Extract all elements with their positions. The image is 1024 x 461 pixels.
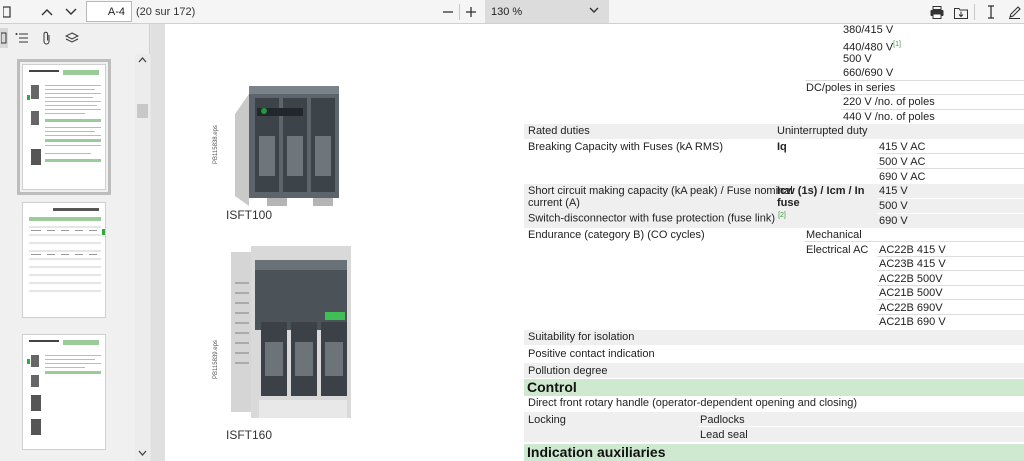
clipped-product-label [225, 24, 285, 29]
rated-duties-value: Uninterrupted duty [777, 125, 868, 137]
document-view[interactable]: PB115838.eps ISFT100 PB115839.eps ISFT16… [151, 24, 1024, 461]
scrollbar-thumb[interactable] [137, 104, 148, 118]
page-thumbnail-current[interactable] [17, 59, 111, 195]
zoom-in-button[interactable] [461, 0, 481, 24]
page-thumbnail[interactable] [22, 202, 106, 318]
save-icon[interactable] [951, 0, 971, 24]
tab-thumbnails[interactable] [0, 28, 8, 48]
previous-page-button[interactable] [36, 0, 58, 24]
toolbar-divider [459, 4, 460, 20]
text-select-icon[interactable] [982, 0, 1000, 24]
toolbar-divider [974, 4, 975, 20]
table-grid-lines [877, 153, 1024, 169]
table-grid-lines [805, 241, 1024, 315]
page-thumbnail[interactable] [22, 334, 106, 450]
chevron-down-icon [589, 7, 599, 13]
section-heading-indication: Indication auxiliaries [524, 444, 1024, 461]
table-grid-lines [877, 198, 1024, 214]
footnote-link[interactable]: [1] [893, 41, 901, 48]
thumbnail-list [0, 54, 135, 461]
table-row [524, 124, 1024, 139]
zoom-value: 130 % [491, 5, 523, 18]
zoom-select[interactable]: 130 % [485, 0, 609, 23]
making-capacity-code: fuse [777, 197, 800, 209]
next-page-button[interactable] [60, 0, 82, 24]
section-heading-control: Control [524, 379, 1024, 396]
toolbar: (20 sur 172) 130 % [0, 0, 1024, 24]
image-code: PB115839.eps [213, 340, 219, 379]
locking-label: Locking [528, 414, 566, 426]
scroll-up-icon[interactable] [138, 57, 147, 63]
sidebar-tabs [0, 24, 150, 54]
isft100-product-image [235, 86, 339, 206]
rotary-handle-label: Direct front rotary handle (operator-dep… [528, 397, 857, 409]
product-label: ISFT160 [226, 428, 273, 442]
voltage-value: 500 V [843, 53, 872, 65]
product-label: ISFT100 [226, 208, 273, 222]
outline-list-icon[interactable] [12, 28, 32, 48]
breaking-capacity-label: Breaking Capacity with Fuses (kA RMS) [528, 141, 724, 153]
isolation-label: Suitability for isolation [528, 331, 635, 343]
page-count: (20 sur 172) [136, 6, 196, 18]
pollution-degree-label: Pollution degree [528, 365, 608, 377]
table-grid-lines [805, 80, 1024, 110]
breaking-capacity-code: Iq [777, 141, 787, 153]
layers-icon[interactable] [62, 28, 82, 48]
table-grid-lines [698, 426, 1024, 427]
document-page: PB115838.eps ISFT100 PB115839.eps ISFT16… [165, 24, 1024, 461]
thumbnail-scrollbar[interactable] [135, 54, 150, 461]
zoom-out-button[interactable] [438, 0, 458, 24]
rated-duties-label: Rated duties [528, 125, 590, 137]
footnote-link[interactable]: [2] [778, 212, 786, 219]
scroll-down-icon[interactable] [138, 450, 147, 456]
sidebar-toggle-icon[interactable] [0, 0, 14, 24]
lead-seal-label: Lead seal [700, 429, 748, 441]
thumbnail-sidebar [0, 24, 150, 461]
switch-disconnector-label: Switch-disconnector with fuse protection… [528, 212, 786, 225]
image-code: PB115838.eps [213, 125, 219, 164]
draw-pen-icon[interactable] [1005, 0, 1023, 24]
paperclip-icon[interactable] [37, 28, 57, 48]
contact-indication-label: Positive contact indication [528, 348, 655, 360]
voltage-value: 380/415 V [843, 24, 894, 36]
endurance-label: Endurance (category B) (CO cycles) [528, 229, 705, 241]
isft160-product-image [231, 246, 351, 418]
print-icon[interactable] [927, 0, 947, 24]
page-number-input[interactable] [86, 1, 132, 22]
voltage-value: 660/690 V [843, 67, 894, 79]
